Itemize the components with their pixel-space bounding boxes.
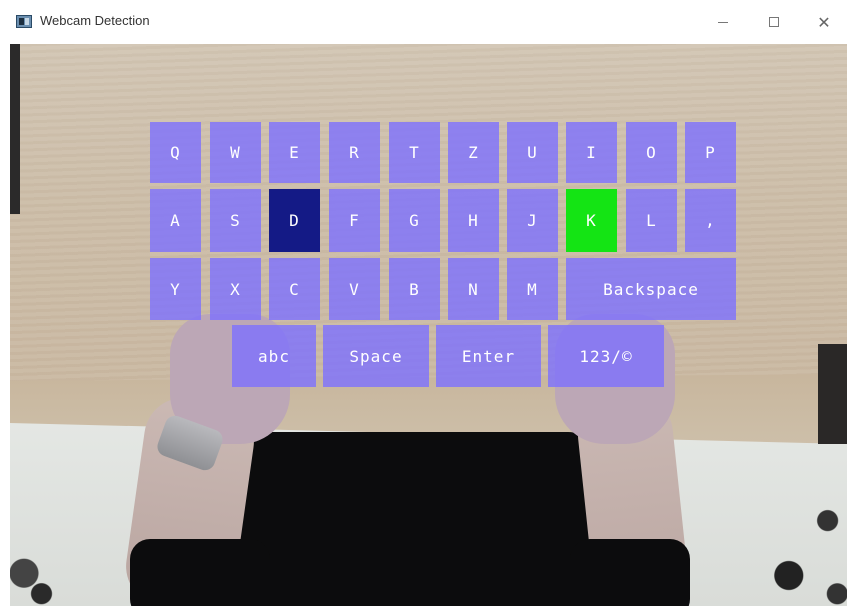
background-shadow [10,44,20,214]
close-button[interactable]: ✕ [801,7,847,37]
key-e[interactable]: E [269,122,320,183]
key-backspace[interactable]: Backspace [566,258,736,320]
key-k-pressed[interactable]: K [566,189,617,252]
left-sleeve [130,539,270,606]
key-enter[interactable]: Enter [436,325,541,387]
key-d-hover[interactable]: D [269,189,320,252]
key-r[interactable]: R [329,122,380,183]
key-w[interactable]: W [210,122,261,183]
key-l[interactable]: L [626,189,677,252]
key-j[interactable]: J [507,189,558,252]
key-o[interactable]: O [626,122,677,183]
key-n[interactable]: N [448,258,499,320]
key-v[interactable]: V [329,258,380,320]
key-q[interactable]: Q [150,122,201,183]
key-g[interactable]: G [389,189,440,252]
key-c[interactable]: C [269,258,320,320]
key-i[interactable]: I [566,122,617,183]
key-y[interactable]: Y [150,258,201,320]
key-u[interactable]: U [507,122,558,183]
key-t[interactable]: T [389,122,440,183]
webcam-feed: Q W E R T Z U I O P A S D F G H J K L , … [10,44,847,606]
title-bar: Webcam Detection ✕ [0,0,847,44]
key-f[interactable]: F [329,189,380,252]
right-sleeve [570,539,690,606]
close-icon: ✕ [817,12,831,32]
background-object [818,344,847,444]
key-x[interactable]: X [210,258,261,320]
window-title: Webcam Detection [40,13,150,28]
key-abc[interactable]: abc [232,325,316,387]
key-m[interactable]: M [507,258,558,320]
key-123-symbols[interactable]: 123/© [548,325,664,387]
chair-wheel-left [10,524,80,606]
maximize-icon [769,17,779,27]
app-window-icon [16,15,32,28]
maximize-button[interactable] [751,7,797,37]
key-h[interactable]: H [448,189,499,252]
key-p[interactable]: P [685,122,736,183]
minimize-button[interactable] [700,7,746,37]
key-b[interactable]: B [389,258,440,320]
person-torso [238,432,598,606]
key-s[interactable]: S [210,189,261,252]
key-z[interactable]: Z [448,122,499,183]
chair-wheel-right [750,484,847,606]
key-comma[interactable]: , [685,189,736,252]
key-space[interactable]: Space [323,325,429,387]
minimize-icon [718,21,728,23]
key-a[interactable]: A [150,189,201,252]
